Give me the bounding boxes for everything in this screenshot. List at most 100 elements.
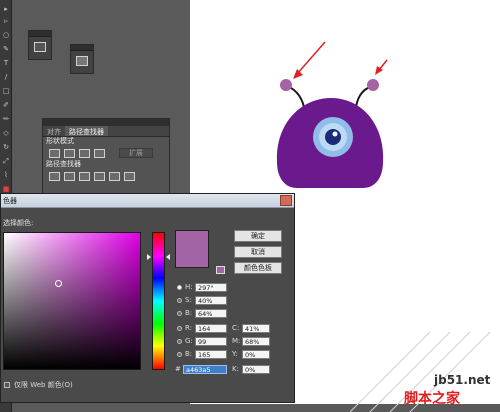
brush-tool-icon[interactable]: ✐ <box>2 102 10 109</box>
magenta-row: M: 68% <box>232 336 270 346</box>
blue-row: B: 165 <box>177 349 227 359</box>
green-radio[interactable] <box>177 338 182 344</box>
tab-pathfinder[interactable]: 路径查找器 <box>65 126 108 136</box>
magenta-field[interactable]: 68% <box>242 336 270 346</box>
cancel-button[interactable]: 取消 <box>234 246 282 258</box>
hue-slider[interactable] <box>152 232 165 370</box>
collapsed-panel-layers[interactable] <box>28 30 52 60</box>
hue-field[interactable]: 297° <box>195 282 227 292</box>
hue-slider-handle-left[interactable] <box>147 254 151 260</box>
type-tool-icon[interactable]: T <box>2 60 10 67</box>
arrow-left <box>296 41 326 75</box>
eyedropper-tool-icon[interactable]: ⌇ <box>2 172 10 179</box>
red-row: R: 164 <box>177 323 227 333</box>
color-picker-dialog: 色器 选择颜色: 确定 取消 颜色色板 H: 297° S: 40% B: 64… <box>0 193 295 403</box>
screen: ▸ ▹ ○ ✎ T / □ ✐ ✏ ◇ ↻ ⤢ ⌇ ■ 对齐 路径查找器 形状模… <box>0 0 500 412</box>
new-color-swatch <box>175 230 209 268</box>
color-marker[interactable] <box>55 280 62 287</box>
red-radio[interactable] <box>177 325 182 331</box>
pathfinders-label: 路径查找器 <box>46 160 81 168</box>
hue-row: H: 297° <box>177 282 227 292</box>
magenta-label: M: <box>232 337 241 345</box>
brightness-radio[interactable] <box>177 310 182 316</box>
blue-field[interactable]: 165 <box>195 349 227 359</box>
web-only-checkbox[interactable] <box>4 382 10 388</box>
lasso-tool-icon[interactable]: ○ <box>2 32 10 39</box>
rectangle-tool-icon[interactable]: □ <box>2 88 10 95</box>
green-label: G: <box>185 337 193 345</box>
hue-slider-handle-right[interactable] <box>166 254 170 260</box>
close-icon[interactable] <box>280 195 292 206</box>
brightness-row: B: 64% <box>177 308 227 318</box>
eye-highlight <box>332 131 338 137</box>
cyan-label: C: <box>232 324 240 332</box>
saturation-brightness-field[interactable] <box>3 232 141 370</box>
blue-radio[interactable] <box>177 351 182 357</box>
blue-label: B: <box>185 350 193 358</box>
brightness-label: B: <box>185 309 193 317</box>
ok-button[interactable]: 确定 <box>234 230 282 242</box>
select-color-label: 选择颜色: <box>3 219 34 227</box>
scale-tool-icon[interactable]: ⤢ <box>2 158 10 165</box>
yellow-field[interactable]: 0% <box>242 349 270 359</box>
pen-tool-icon[interactable]: ✎ <box>2 46 10 53</box>
selection-tool-icon[interactable]: ▸ <box>2 6 10 13</box>
brightness-field[interactable]: 64% <box>195 308 227 318</box>
cyan-row: C: 41% <box>232 323 270 333</box>
hue-radio[interactable] <box>177 284 182 290</box>
panel-header[interactable] <box>71 45 93 51</box>
watermark-url: jb51.net <box>434 373 491 387</box>
watermark-site: 脚本之家 <box>404 391 460 407</box>
hex-field[interactable]: a463a5 <box>183 364 227 374</box>
outline-icon[interactable] <box>109 171 120 181</box>
unite-icon[interactable] <box>49 148 60 158</box>
minus-front-icon[interactable] <box>64 148 75 158</box>
color-swatches-button[interactable]: 颜色色板 <box>234 262 282 274</box>
pupil[interactable] <box>325 129 341 145</box>
arrow-left-head <box>293 69 303 79</box>
saturation-radio[interactable] <box>177 297 182 303</box>
shape-modes-label: 形状模式 <box>46 137 74 145</box>
trim-icon[interactable] <box>64 171 75 181</box>
merge-icon[interactable] <box>79 171 90 181</box>
divide-icon[interactable] <box>49 171 60 181</box>
yellow-label: Y: <box>232 350 238 358</box>
saturation-field[interactable]: 40% <box>195 295 227 305</box>
panel-header[interactable] <box>29 31 51 37</box>
tab-align[interactable]: 对齐 <box>43 126 65 136</box>
hex-label: # <box>175 365 181 373</box>
expand-button[interactable]: 扩展 <box>119 148 153 158</box>
image-icon <box>76 56 88 66</box>
cyan-field[interactable]: 41% <box>242 323 270 333</box>
web-only-option[interactable]: 仅限 Web 颜色(O) <box>4 380 73 390</box>
crop-icon[interactable] <box>94 171 105 181</box>
collapsed-panel-image[interactable] <box>70 44 94 74</box>
shape-modes-row: 扩展 <box>43 146 169 160</box>
layers-icon <box>34 42 46 52</box>
minus-back-icon[interactable] <box>124 171 135 181</box>
direct-select-tool-icon[interactable]: ▹ <box>2 18 10 25</box>
line-tool-icon[interactable]: / <box>2 74 10 81</box>
left-antenna-ball[interactable] <box>280 79 292 91</box>
hue-label: H: <box>185 283 193 291</box>
right-antenna-ball[interactable] <box>367 79 379 91</box>
dialog-title[interactable]: 色器 <box>1 194 294 208</box>
red-field[interactable]: 164 <box>195 323 227 333</box>
black-label: K: <box>232 365 239 373</box>
yellow-row: Y: 0% <box>232 349 270 359</box>
web-safe-swatch[interactable] <box>216 266 225 274</box>
panel-tabs: 对齐 路径查找器 <box>43 126 169 137</box>
fill-color-icon[interactable]: ■ <box>2 186 10 193</box>
pencil-tool-icon[interactable]: ✏ <box>2 116 10 123</box>
green-field[interactable]: 99 <box>195 336 227 346</box>
saturation-row: S: 40% <box>177 295 227 305</box>
rotate-tool-icon[interactable]: ↻ <box>2 144 10 151</box>
panel-titlebar[interactable] <box>43 119 169 126</box>
eraser-tool-icon[interactable]: ◇ <box>2 130 10 137</box>
pathfinders-row <box>43 169 169 183</box>
web-only-label: 仅限 Web 颜色(O) <box>14 381 73 389</box>
black-field[interactable]: 0% <box>242 364 270 374</box>
exclude-icon[interactable] <box>94 148 105 158</box>
saturation-label: S: <box>185 296 192 304</box>
intersect-icon[interactable] <box>79 148 90 158</box>
